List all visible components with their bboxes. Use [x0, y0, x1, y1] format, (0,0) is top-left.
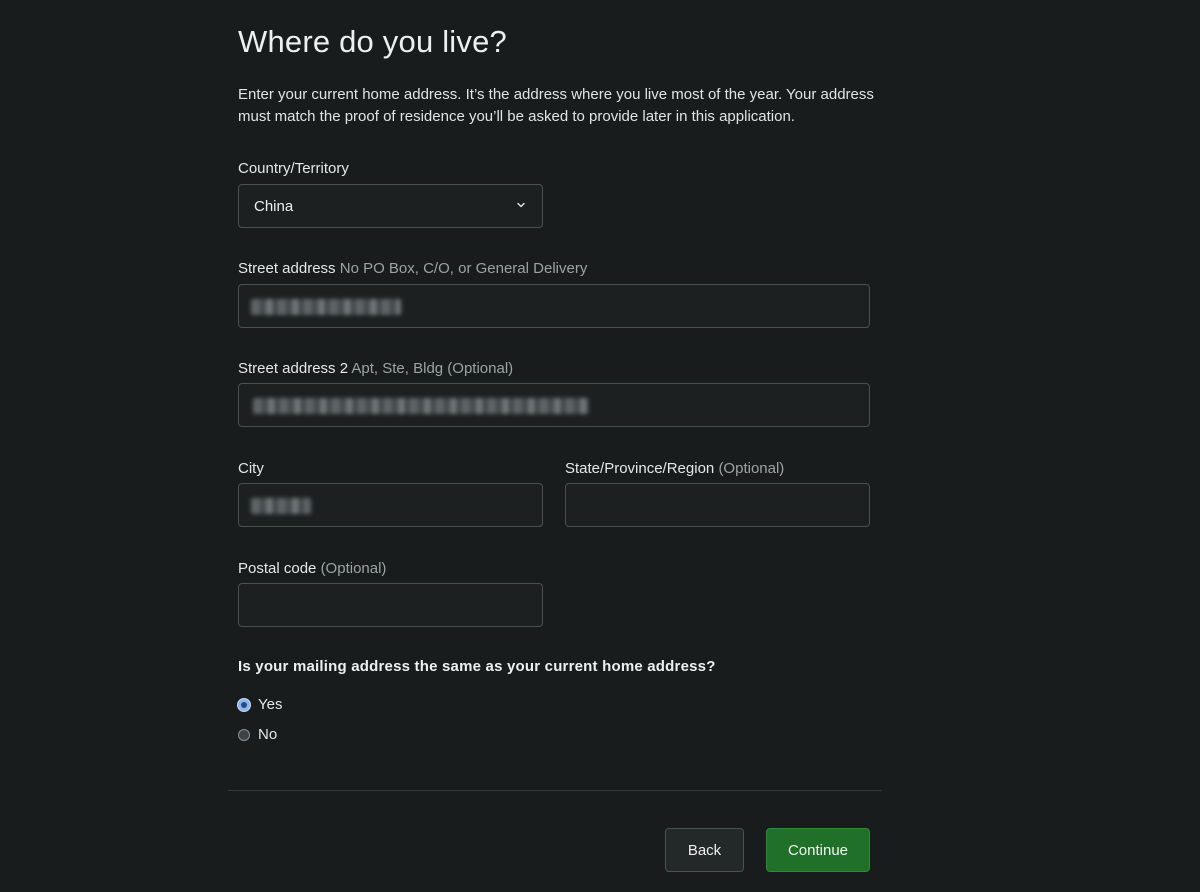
- country-label: Country/Territory: [238, 160, 349, 177]
- mailing-option-yes[interactable]: Yes: [238, 696, 282, 713]
- mailing-question: Is your mailing address the same as your…: [238, 658, 716, 675]
- street-address-label: Street address No PO Box, C/O, or Genera…: [238, 260, 587, 277]
- divider: [228, 790, 882, 791]
- postal-code-label-text: Postal code: [238, 560, 317, 577]
- city-label: City: [238, 460, 264, 477]
- country-label-text: Country/Territory: [238, 160, 349, 177]
- redacted-value: [251, 498, 311, 514]
- redacted-value: [251, 299, 401, 315]
- postal-code-hint: (Optional): [320, 560, 387, 577]
- city-input[interactable]: [238, 483, 543, 527]
- city-label-text: City: [238, 460, 264, 477]
- street-address-2-label-text: Street address 2: [238, 360, 349, 377]
- radio-yes-label: Yes: [258, 696, 283, 713]
- country-select-value: China: [254, 197, 294, 215]
- street-address-hint: No PO Box, C/O, or General Delivery: [339, 260, 588, 277]
- street-address-input[interactable]: [238, 284, 870, 328]
- street-address-2-label: Street address 2 Apt, Ste, Bldg (Optiona…: [238, 360, 513, 377]
- street-address-2-hint: Apt, Ste, Bldg (Optional): [351, 360, 514, 377]
- radio-yes[interactable]: [238, 698, 250, 711]
- street-address-label-text: Street address: [238, 260, 336, 277]
- continue-button[interactable]: Continue: [766, 828, 870, 872]
- radio-no[interactable]: [238, 728, 250, 741]
- back-button[interactable]: Back: [665, 828, 744, 872]
- state-label-text: State/Province/Region: [565, 460, 715, 477]
- country-select[interactable]: China: [238, 184, 543, 228]
- address-page: Where do you live? Enter your current ho…: [0, 0, 1200, 892]
- chevron-down-icon: [517, 202, 525, 208]
- state-input[interactable]: [565, 483, 870, 527]
- redacted-value: [253, 398, 589, 414]
- postal-code-label: Postal code (Optional): [238, 560, 386, 577]
- mailing-option-no[interactable]: No: [238, 726, 277, 743]
- radio-no-label: No: [258, 726, 278, 743]
- street-address-2-input[interactable]: [238, 383, 870, 427]
- state-hint: (Optional): [718, 460, 785, 477]
- postal-code-input[interactable]: [238, 583, 543, 627]
- page-title: Where do you live?: [238, 24, 507, 59]
- state-label: State/Province/Region (Optional): [565, 460, 784, 477]
- intro-text: Enter your current home address. It’s th…: [238, 86, 874, 125]
